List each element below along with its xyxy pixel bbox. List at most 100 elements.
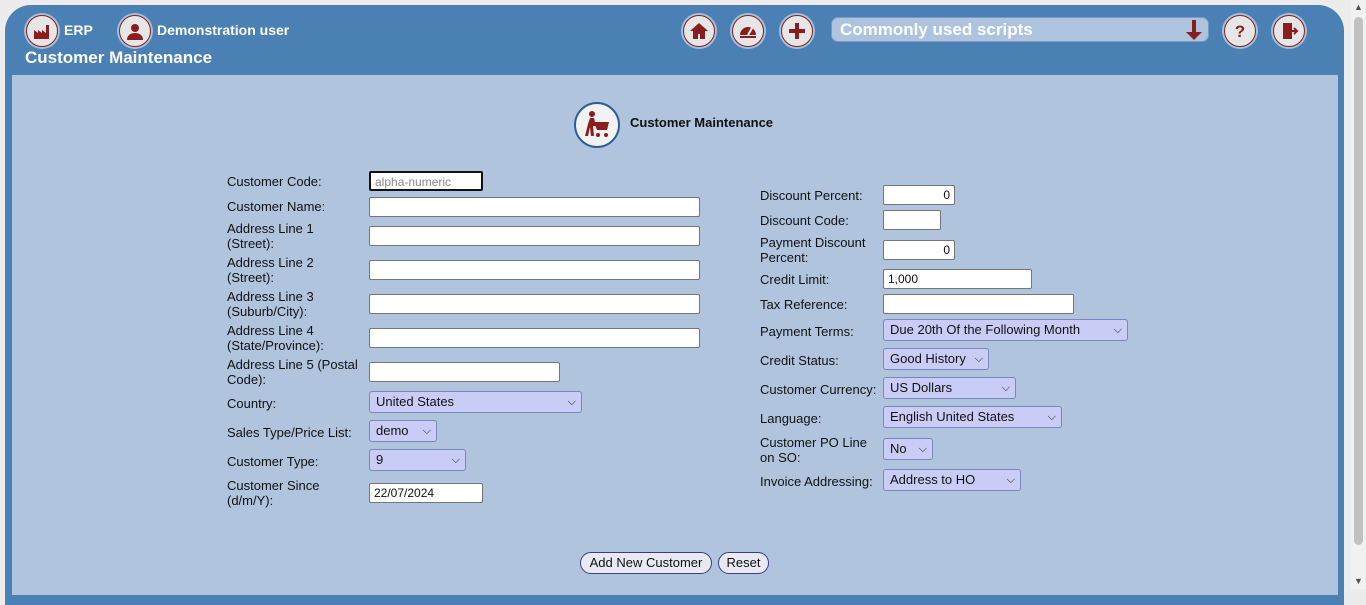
po-line-select[interactable]: No ⌵ [883, 438, 933, 460]
address3-label-line2: (Suburb/City): [227, 304, 308, 319]
page-title: Customer Maintenance [25, 48, 213, 67]
plus-icon[interactable] [781, 15, 813, 47]
payment-discount-input[interactable]: 0 [883, 240, 955, 260]
chevron-down-icon: ⌵ [1006, 474, 1015, 486]
invoice-addressing-value: Address to HO [890, 472, 976, 487]
address2-label-line2: (Street): [227, 270, 274, 285]
credit-limit-input[interactable]: 1,000 [883, 269, 1032, 289]
customer-cart-icon [574, 102, 620, 148]
address5-input[interactable] [369, 362, 560, 382]
scroll-down-icon[interactable]: ▼ [1354, 576, 1363, 586]
address4-label-line2: (State/Province): [227, 338, 324, 353]
chevron-down-icon: ⌵ [451, 454, 460, 466]
po-line-label-line1: Customer PO Line [760, 435, 867, 450]
address1-label-line1: Address Line 1 [227, 221, 314, 236]
currency-label: Customer Currency: [760, 382, 877, 397]
scroll-up-icon[interactable]: ▲ [1354, 2, 1363, 12]
chevron-down-icon: ⌵ [422, 425, 431, 437]
customer-code-input[interactable]: alpha-numeric [369, 171, 483, 191]
po-line-value: No [890, 441, 907, 456]
address1-label-line2: (Street): [227, 236, 274, 251]
vertical-scrollbar[interactable]: ▲ ▼ [1351, 0, 1366, 589]
customer-name-label: Customer Name: [227, 199, 326, 214]
address5-label-line2: Code): [227, 372, 267, 387]
scripts-select-label: Commonly used scripts [840, 20, 1033, 39]
discount-percent-input[interactable]: 0 [883, 185, 955, 205]
customer-since-label-line1: Customer Since [227, 478, 320, 493]
reset-button[interactable]: Reset [718, 552, 769, 574]
payment-discount-label-line1: Payment Discount [760, 235, 866, 250]
logout-icon[interactable] [1273, 15, 1305, 47]
credit-limit-label: Credit Limit: [760, 272, 830, 287]
payment-discount-label-line2: Percent: [760, 250, 809, 265]
currency-value: US Dollars [890, 380, 953, 395]
sales-type-value: demo [376, 423, 409, 438]
credit-status-label: Credit Status: [760, 353, 839, 368]
payment-terms-label: Payment Terms: [760, 324, 854, 339]
country-select[interactable]: United States ⌵ [369, 391, 582, 413]
add-new-customer-button[interactable]: Add New Customer [580, 552, 712, 574]
chevron-down-icon: ⌵ [1113, 324, 1122, 336]
payment-terms-select[interactable]: Due 20th Of the Following Month ⌵ [883, 319, 1128, 341]
form-title: Customer Maintenance [630, 115, 774, 130]
payment-discount-label: Payment Discount Percent: [760, 235, 866, 265]
sales-type-select[interactable]: demo ⌵ [369, 420, 437, 442]
user-icon[interactable] [119, 15, 151, 47]
customer-type-select[interactable]: 9 ⌵ [369, 449, 466, 471]
country-value: United States [376, 394, 455, 409]
address3-input[interactable] [369, 294, 700, 314]
scroll-thumb[interactable] [1354, 17, 1363, 545]
customer-since-label-line2: (d/m/Y): [227, 493, 274, 508]
dashboard-icon[interactable] [732, 15, 764, 47]
language-select[interactable]: English United States ⌵ [883, 406, 1062, 428]
commonly-used-scripts-select[interactable]: Commonly used scripts [831, 17, 1209, 42]
chevron-down-icon: ⌵ [918, 443, 927, 455]
address2-input[interactable] [369, 260, 700, 280]
chevron-down-icon: ⌵ [1001, 382, 1010, 394]
address1-input[interactable] [369, 226, 700, 246]
address4-label: Address Line 4 (State/Province): [227, 323, 324, 353]
customer-since-input[interactable]: 22/07/2024 [369, 483, 483, 503]
country-label: Country: [227, 396, 277, 411]
po-line-label: Customer PO Line on SO: [760, 435, 867, 465]
chevron-down-icon: ⌵ [1047, 411, 1056, 423]
tax-reference-label: Tax Reference: [760, 297, 848, 312]
address4-label-line1: Address Line 4 [227, 323, 314, 338]
chevron-down-icon: ⌵ [974, 353, 983, 365]
chevron-down-icon: ⌵ [567, 396, 576, 408]
customer-name-input[interactable] [369, 197, 700, 217]
customer-type-value: 9 [376, 452, 384, 467]
app-name-link[interactable]: ERP [64, 22, 93, 38]
sales-type-label: Sales Type/Price List: [227, 425, 352, 440]
language-value: English United States [890, 409, 1015, 424]
discount-code-input[interactable] [883, 210, 941, 230]
language-label: Language: [760, 411, 822, 426]
down-arrow-icon [1186, 20, 1202, 40]
tax-reference-input[interactable] [883, 294, 1074, 314]
address3-label: Address Line 3 (Suburb/City): [227, 289, 314, 319]
address2-label-line1: Address Line 2 [227, 255, 314, 270]
customer-type-label: Customer Type: [227, 454, 319, 469]
address1-label: Address Line 1 (Street): [227, 221, 314, 251]
discount-code-label: Discount Code: [760, 213, 849, 228]
user-name-link[interactable]: Demonstration user [157, 22, 289, 38]
credit-status-select[interactable]: Good History ⌵ [883, 348, 989, 370]
customer-code-label: Customer Code: [227, 174, 322, 189]
factory-icon[interactable] [26, 15, 58, 47]
discount-percent-label: Discount Percent: [760, 188, 863, 203]
customer-since-label: Customer Since (d/m/Y): [227, 478, 319, 508]
address5-label-line1: Address Line 5 (Postal [227, 357, 358, 372]
payment-terms-value: Due 20th Of the Following Month [890, 322, 1081, 337]
credit-status-value: Good History [890, 351, 966, 366]
invoice-addressing-select[interactable]: Address to HO ⌵ [883, 469, 1021, 491]
address2-label: Address Line 2 (Street): [227, 255, 314, 285]
svg-text:?: ? [1235, 22, 1245, 41]
help-icon[interactable]: ? [1224, 15, 1256, 47]
invoice-addressing-label: Invoice Addressing: [760, 474, 873, 489]
address5-label: Address Line 5 (Postal Code): [227, 357, 358, 387]
address4-input[interactable] [369, 328, 700, 348]
currency-select[interactable]: US Dollars ⌵ [883, 377, 1016, 399]
po-line-label-line2: on SO: [760, 450, 801, 465]
address3-label-line1: Address Line 3 [227, 289, 314, 304]
home-icon[interactable] [683, 15, 715, 47]
